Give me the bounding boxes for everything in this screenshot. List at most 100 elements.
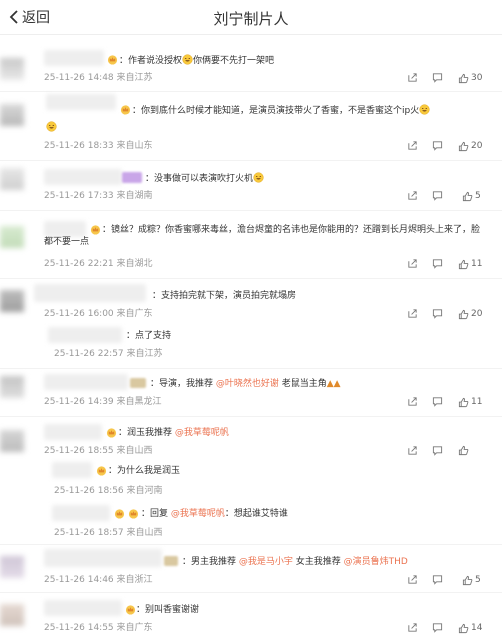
divider — [0, 416, 502, 417]
username[interactable] — [52, 505, 110, 521]
like-button[interactable]: 5 — [462, 574, 481, 586]
like-button[interactable]: 20 — [458, 140, 482, 152]
comment-icon — [432, 140, 443, 151]
like-button[interactable]: 20 — [458, 308, 482, 320]
like-count: 20 — [471, 141, 483, 151]
username[interactable] — [44, 549, 162, 567]
like-icon — [458, 73, 469, 84]
username[interactable] — [34, 284, 146, 302]
laughing-emoji-icon — [253, 172, 264, 183]
comment-button[interactable] — [432, 308, 443, 319]
user-badge — [122, 172, 142, 183]
share-icon — [407, 622, 418, 633]
comment-meta: 25-11-26 18:55 来自山西 — [44, 446, 153, 456]
comment-text: ：镜丝？成粽？你香蜜哪来毒丝，澹台烬童的名讳也是你能用的？还蹭到长月烬明头上来了… — [44, 225, 481, 247]
comment-text: ：导演，我推荐 @叶晓然也好谢 老鼠当主角▲▲ — [150, 379, 341, 389]
comment-icon — [432, 574, 443, 585]
username[interactable] — [44, 600, 122, 616]
divider — [0, 592, 502, 593]
avatar[interactable] — [0, 430, 24, 452]
comment-meta: 25-11-26 18:57 来自山西 — [54, 528, 163, 538]
avatar[interactable] — [0, 104, 24, 126]
comment-button[interactable] — [432, 574, 443, 585]
comment-icon — [432, 396, 443, 407]
comment-button[interactable] — [432, 72, 443, 83]
avatar[interactable] — [0, 556, 24, 578]
share-button[interactable] — [407, 574, 418, 585]
comment-button[interactable] — [432, 190, 443, 201]
avatar[interactable] — [0, 604, 24, 626]
comment-meta: 25-11-26 16:00 来自广东 — [44, 309, 153, 319]
share-button[interactable] — [407, 445, 418, 456]
like-button[interactable] — [458, 445, 469, 456]
like-icon — [462, 575, 473, 586]
crown-badge-icon — [106, 427, 117, 438]
share-button[interactable] — [407, 396, 418, 407]
comment-text: ：别叫香蜜谢谢 — [136, 605, 200, 615]
like-icon — [458, 623, 469, 634]
share-icon — [407, 574, 418, 585]
share-button[interactable] — [407, 190, 418, 201]
comment-button[interactable] — [432, 140, 443, 151]
share-icon — [407, 396, 418, 407]
like-icon — [458, 397, 469, 408]
comment-button[interactable] — [432, 622, 443, 633]
user-badge — [130, 378, 146, 388]
username[interactable] — [46, 94, 116, 110]
share-button[interactable] — [407, 140, 418, 151]
share-button[interactable] — [407, 308, 418, 319]
username[interactable] — [52, 462, 92, 478]
crown-badge-icon — [96, 465, 107, 476]
comment-meta: 25-11-26 18:33 来自山东 — [44, 141, 153, 151]
crown-badge-icon — [107, 54, 118, 65]
share-icon — [407, 445, 418, 456]
comment-meta: 25-11-26 14:39 来自黑龙江 — [44, 397, 162, 407]
share-button[interactable] — [407, 258, 418, 269]
share-button[interactable] — [407, 622, 418, 633]
user-badge — [164, 556, 178, 566]
divider — [0, 368, 502, 369]
comment-button[interactable] — [432, 396, 443, 407]
comment-text: ：没事做可以表演吹打火机 — [145, 172, 264, 185]
username[interactable] — [44, 424, 102, 440]
comment-button[interactable] — [432, 258, 443, 269]
avatar[interactable] — [0, 226, 24, 248]
comment-text: ：作者说没授权 你俩要不先打一架吧 — [119, 56, 275, 66]
like-icon — [458, 445, 469, 456]
comment-button[interactable] — [432, 445, 443, 456]
like-button[interactable]: 11 — [458, 258, 482, 270]
laughing-emoji-icon — [419, 104, 430, 115]
comment-icon — [432, 258, 443, 269]
username[interactable] — [44, 169, 122, 185]
like-button[interactable]: 5 — [462, 190, 481, 202]
avatar[interactable] — [0, 168, 24, 190]
page-title: 刘宁制片人 — [213, 10, 289, 28]
share-button[interactable] — [407, 72, 418, 83]
comment-text: ：润玉我推荐 @我草莓呢帆 — [118, 428, 229, 438]
username[interactable] — [44, 374, 128, 390]
avatar[interactable] — [0, 376, 24, 398]
like-button[interactable]: 14 — [458, 622, 482, 634]
like-button[interactable]: 30 — [458, 72, 482, 84]
comment-meta: 25-11-26 14:46 来自浙江 — [44, 575, 153, 585]
crown-badge-icon — [114, 508, 125, 519]
like-icon — [458, 309, 469, 320]
divider — [0, 210, 502, 211]
like-count: 5 — [475, 575, 481, 585]
like-button[interactable]: 11 — [458, 396, 482, 408]
comment-text: ：男主我推荐 @我是马小宇 女主我推荐 @演员鲁炜THD — [182, 557, 408, 567]
username[interactable] — [44, 50, 104, 66]
comment-meta: 25-11-26 14:48 来自江苏 — [44, 73, 153, 83]
laughing-emoji-icon — [46, 121, 57, 132]
like-count: 11 — [471, 259, 483, 269]
username[interactable] — [48, 327, 122, 343]
top-bar: 返回 刘宁制片人 — [0, 0, 502, 35]
comment-meta: 25-11-26 14:55 来自广东 — [44, 623, 153, 633]
crown-badge-icon — [125, 604, 136, 615]
avatar[interactable] — [0, 58, 24, 80]
comment-icon — [432, 190, 443, 201]
like-count: 11 — [471, 397, 483, 407]
comment-text: ：回复 @我草莓呢帆：想起谁艾特谁 — [141, 509, 288, 519]
comment-meta: 25-11-26 22:21 来自湖北 — [44, 259, 153, 269]
avatar[interactable] — [0, 290, 24, 312]
